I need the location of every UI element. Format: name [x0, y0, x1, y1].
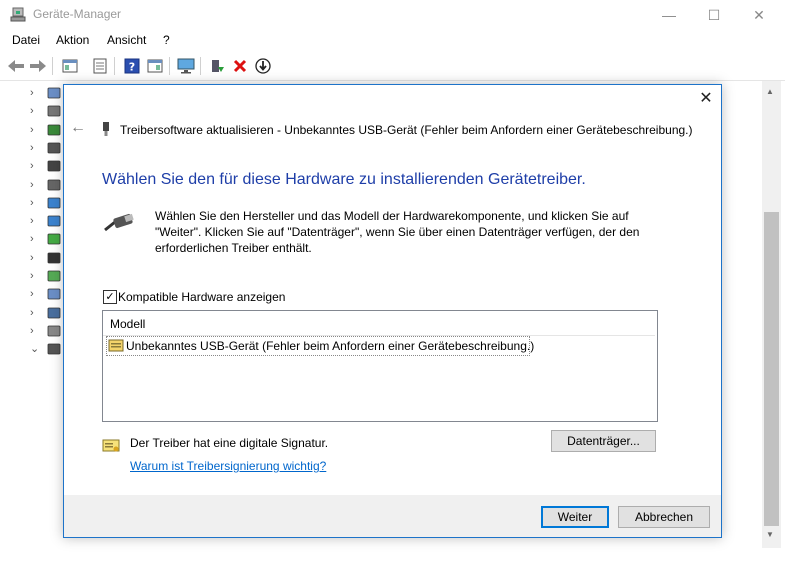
model-column-title: Modell: [110, 317, 146, 331]
menu-help[interactable]: ?: [163, 33, 170, 47]
certificate-icon: [102, 438, 120, 454]
controller-icon: [46, 287, 62, 301]
menu-aktion[interactable]: Aktion: [56, 33, 89, 47]
scroll-down-icon[interactable]: ▼: [766, 530, 774, 539]
tree-expand-arrow[interactable]: ›: [30, 88, 40, 99]
tree-expand-arrow[interactable]: ›: [30, 142, 40, 153]
details-icon[interactable]: [145, 56, 165, 76]
tree-expand-arrow[interactable]: ›: [30, 307, 40, 318]
tree-expand-arrow[interactable]: ›: [30, 252, 40, 263]
drive-icon: [46, 104, 62, 118]
usb-device-icon: [101, 121, 111, 137]
model-column-header: [103, 311, 655, 336]
close-window-button[interactable]: ✕: [736, 0, 782, 30]
help-icon[interactable]: ?: [122, 56, 142, 76]
dialog-heading: Wählen Sie den für diese Hardware zu ins…: [102, 171, 586, 188]
keyboard-icon: [46, 324, 62, 338]
menu-ansicht[interactable]: Ansicht: [107, 33, 146, 47]
compatible-hardware-label[interactable]: Kompatible Hardware anzeigen: [118, 290, 285, 304]
toolbar-separator: [114, 57, 115, 75]
toolbar-separator: [200, 57, 201, 75]
disable-icon[interactable]: [253, 56, 273, 76]
back-icon[interactable]: [6, 56, 26, 76]
cancel-button[interactable]: Abbrechen: [618, 506, 710, 528]
driver-signing-info-link[interactable]: Warum ist Treibersignierung wichtig?: [130, 459, 326, 473]
compatible-hardware-checkbox[interactable]: ✓: [103, 290, 117, 304]
computer-icon: [46, 306, 62, 320]
sensor-icon: [46, 269, 62, 283]
menu-datei[interactable]: Datei: [12, 33, 40, 47]
uninstall-icon[interactable]: [230, 56, 250, 76]
close-dialog-icon[interactable]: ✕: [697, 90, 715, 108]
tree-expand-arrow[interactable]: ›: [30, 289, 40, 300]
audio-icon: [46, 86, 62, 100]
toolbar: [0, 52, 785, 81]
tree-expand-arrow[interactable]: ⌄: [30, 344, 40, 355]
dialog-header: Treibersoftware aktualisieren - Unbekann…: [120, 123, 693, 137]
disk-icon: [46, 159, 62, 173]
phone-icon: [46, 251, 62, 265]
tree-expand-arrow[interactable]: ›: [30, 325, 40, 336]
scrollbar-thumb[interactable]: [764, 212, 779, 526]
battery-icon: [46, 123, 62, 137]
tree-expand-arrow[interactable]: ›: [30, 216, 40, 227]
tree-expand-arrow[interactable]: ›: [30, 106, 40, 117]
next-button[interactable]: Weiter: [541, 506, 609, 528]
driver-icon: [108, 339, 124, 352]
usb-controller-icon: [46, 342, 62, 356]
display-icon: [46, 214, 62, 228]
back-arrow-icon[interactable]: ←: [70, 120, 86, 136]
tree-expand-arrow[interactable]: ›: [30, 197, 40, 208]
mouse-icon: [46, 178, 62, 192]
monitor-icon[interactable]: [176, 56, 196, 76]
scroll-up-icon[interactable]: ▲: [766, 87, 774, 96]
list-view-icon[interactable]: [90, 56, 110, 76]
tree-expand-arrow[interactable]: ›: [30, 179, 40, 190]
maximize-button[interactable]: ☐: [691, 0, 737, 30]
usb-icon: [46, 141, 62, 155]
tree-expand-arrow[interactable]: ›: [30, 124, 40, 135]
svg-text:?: ?: [129, 61, 135, 74]
tree-expand-arrow[interactable]: ›: [30, 234, 40, 245]
device-manager-icon: [10, 7, 26, 23]
model-item-text[interactable]: Unbekanntes USB-Gerät (Fehler beim Anfor…: [126, 339, 534, 353]
toolbar-separator: [169, 57, 170, 75]
toolbar-separator: [52, 57, 53, 75]
monitor-icon: [46, 196, 62, 210]
dialog-description: Wählen Sie den Hersteller und das Modell…: [155, 209, 640, 255]
minimize-button[interactable]: —: [646, 0, 692, 30]
update-driver-icon[interactable]: [207, 56, 227, 76]
usb-cable-icon: [103, 212, 135, 234]
signature-status-text: Der Treiber hat eine digitale Signatur.: [130, 436, 329, 450]
processor-icon: [46, 232, 62, 246]
forward-icon[interactable]: [28, 56, 48, 76]
tree-expand-arrow[interactable]: ›: [30, 271, 40, 282]
properties-view-icon[interactable]: [60, 56, 80, 76]
window-title: Geräte-Manager: [33, 7, 122, 21]
have-disk-button[interactable]: Datenträger...: [551, 430, 656, 452]
tree-expand-arrow[interactable]: ›: [30, 161, 40, 172]
